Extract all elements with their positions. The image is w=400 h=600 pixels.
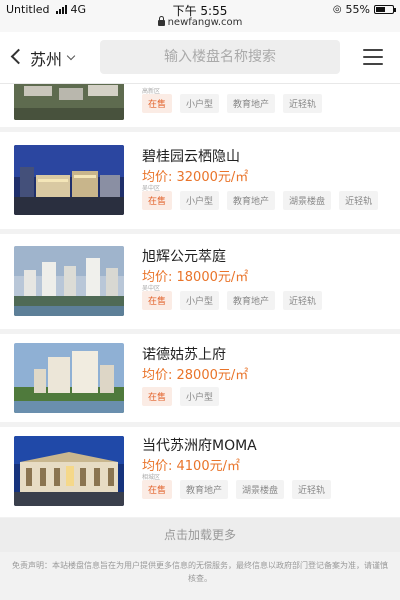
city-selector[interactable]: 苏州	[30, 46, 76, 70]
listing-tag: 在售	[142, 387, 173, 406]
battery-icon	[374, 5, 396, 14]
listing-tag: 湖景楼盘	[283, 191, 332, 210]
listing-image	[14, 436, 124, 506]
disclaimer-text: 免责声明：本站楼盘信息旨在为用户提供更多信息的无偿服务，最终信息以政府部门登记备…	[12, 561, 388, 583]
listing-card[interactable]: 旭辉公元萃庭 均价: 18000元/㎡ 吴中区 在售 小户型 教育地产 近轻轨	[0, 234, 400, 329]
url-text: newfangw.com	[167, 17, 243, 28]
url-bar[interactable]: newfangw.com	[0, 16, 400, 28]
lock-icon	[157, 16, 165, 26]
listing-tag: 近轻轨	[339, 191, 379, 210]
listing-image	[14, 343, 124, 413]
listing-price: 均价: 28000元/㎡	[142, 368, 249, 383]
listing-tag: 近轻轨	[292, 480, 332, 499]
back-arrow-icon[interactable]	[9, 47, 23, 67]
listing-card[interactable]: 高新区 在售 小户型 教育地产 近轻轨	[0, 84, 400, 127]
listing-card[interactable]: 碧桂园云栖隐山 均价: 32000元/㎡ 吴中区 在售 小户型 教育地产 湖景楼…	[0, 132, 400, 229]
listing-tag: 近轻轨	[283, 94, 323, 113]
listing-tag: 教育地产	[227, 191, 276, 210]
listing-name[interactable]: 诺德姑苏上府	[142, 344, 226, 364]
listing-tag: 小户型	[180, 387, 220, 406]
listing-tag: 教育地产	[227, 291, 276, 310]
top-header: 苏州	[0, 32, 400, 84]
listing-image	[14, 246, 124, 316]
listing-card[interactable]: 诺德姑苏上府 均价: 28000元/㎡ 在售 小户型	[0, 334, 400, 422]
status-right: ◎ 55%	[332, 3, 396, 16]
search-input[interactable]	[100, 40, 340, 74]
listing-image	[14, 84, 124, 120]
tag-list: 在售 小户型 教育地产 近轻轨	[142, 94, 323, 113]
hamburger-menu-icon[interactable]	[363, 49, 383, 65]
listing-tag: 在售	[142, 94, 173, 113]
load-more-button[interactable]: 点击加载更多	[0, 518, 400, 552]
battery-percent: 55%	[345, 3, 370, 16]
location-icon: ◎	[332, 4, 342, 15]
listing-tag: 在售	[142, 291, 173, 310]
listing-name[interactable]: 碧桂园云栖隐山	[142, 146, 240, 166]
listing-name[interactable]: 旭辉公元萃庭	[142, 246, 226, 266]
listing-card[interactable]: 当代苏洲府MOMA 均价: 4100元/㎡ 相城区 在售 教育地产 湖景楼盘 近…	[0, 427, 400, 517]
chevron-down-icon	[66, 51, 76, 60]
tag-list: 在售 小户型 教育地产 湖景楼盘 近轻轨	[142, 191, 379, 210]
tag-list: 在售 教育地产 湖景楼盘 近轻轨	[142, 480, 332, 499]
listing-tag: 小户型	[180, 94, 220, 113]
listing-tag: 小户型	[180, 191, 220, 210]
tag-list: 在售 小户型 教育地产 近轻轨	[142, 291, 323, 310]
listing-tag: 小户型	[180, 291, 220, 310]
city-label: 苏州	[30, 50, 63, 69]
listing-tag: 教育地产	[227, 94, 276, 113]
status-bar: Untitled 4G 下午 5:55 ◎ 55% newfangw.com	[0, 0, 400, 32]
listing-name[interactable]: 当代苏洲府MOMA	[142, 435, 257, 455]
listing-tag: 教育地产	[180, 480, 229, 499]
listing-tag: 在售	[142, 480, 173, 499]
listing-tag: 在售	[142, 191, 173, 210]
tag-list: 在售 小户型	[142, 387, 220, 406]
listing-image	[14, 145, 124, 215]
listing-tag: 湖景楼盘	[236, 480, 285, 499]
listing-tag: 近轻轨	[283, 291, 323, 310]
